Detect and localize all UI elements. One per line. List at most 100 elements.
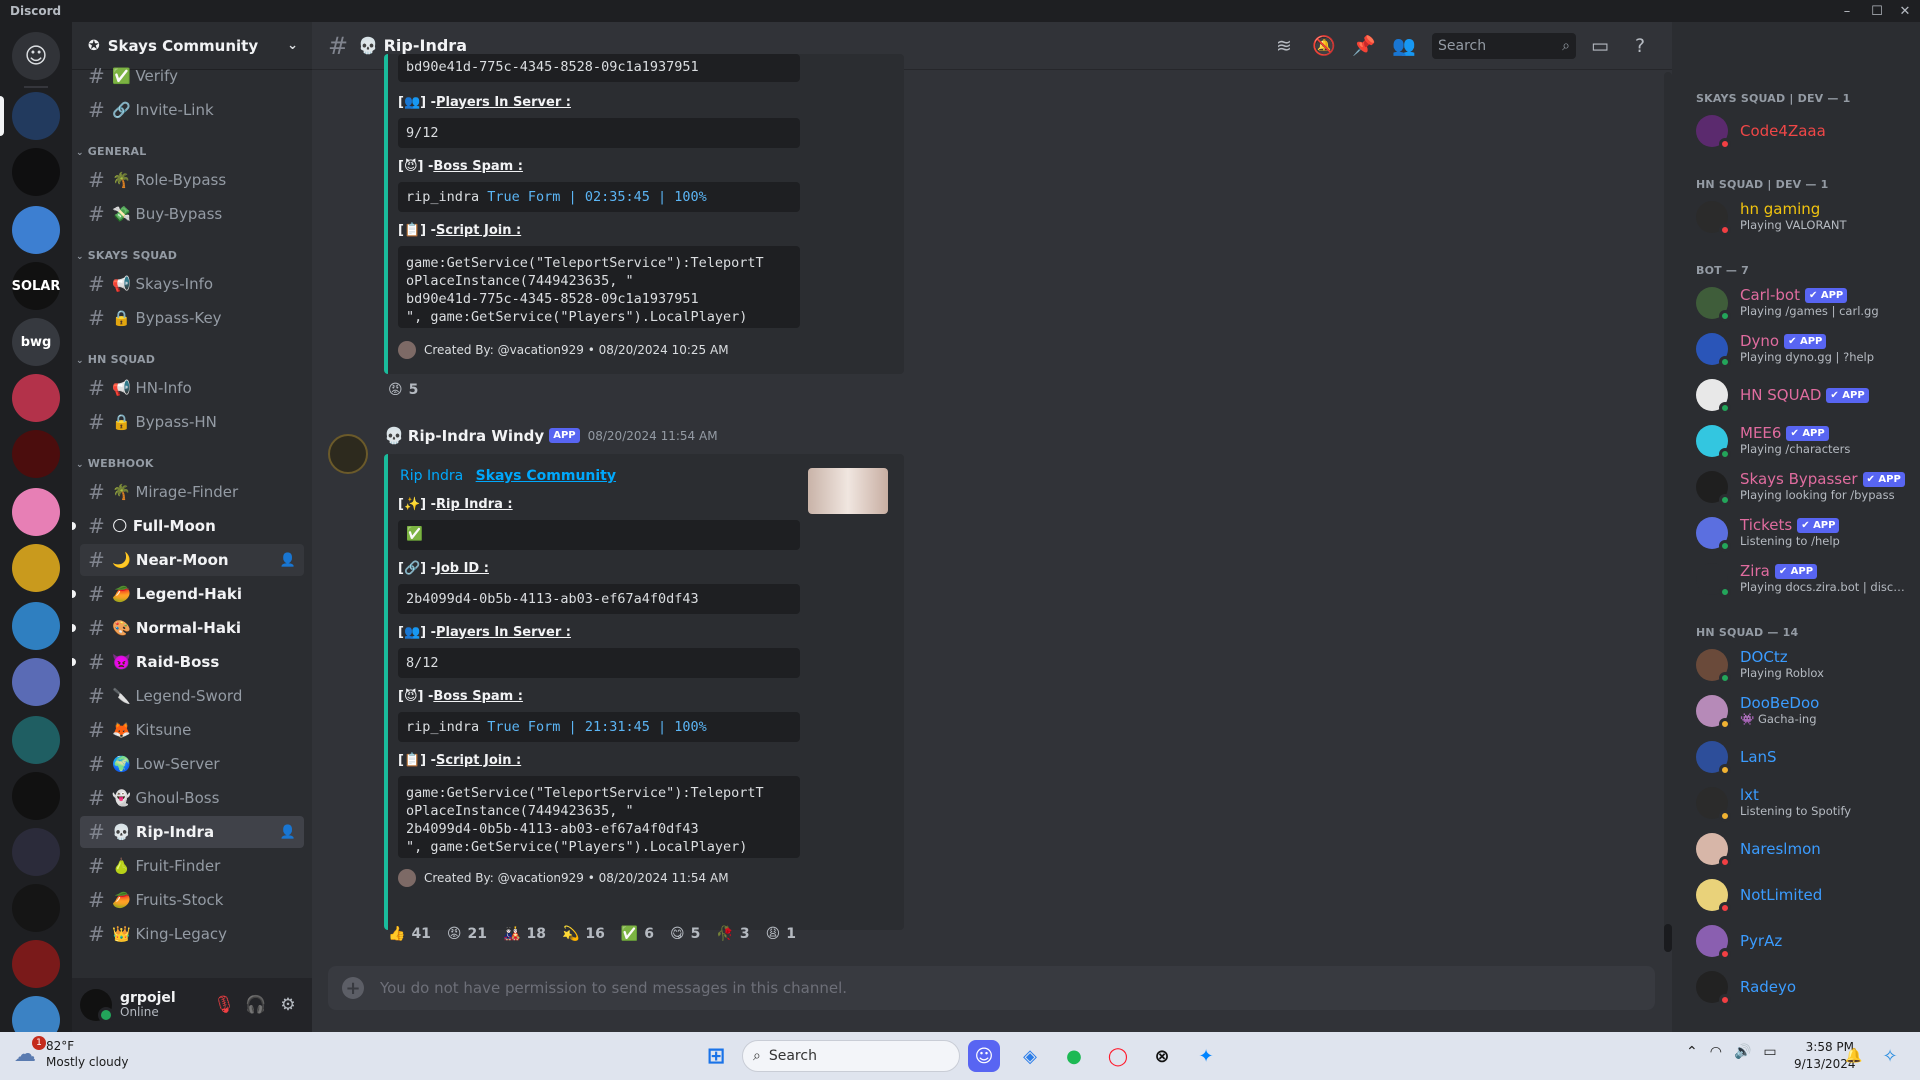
- volume-icon[interactable]: 🔊: [1734, 1044, 1751, 1060]
- battery-icon[interactable]: ▭: [1763, 1044, 1776, 1060]
- member-item[interactable]: Skays Bypasser ✔ APP Playing looking for /…: [1696, 466, 1912, 508]
- channel-near-moon[interactable]: # 🌙 Near-Moon 👤: [80, 544, 304, 576]
- reaction-button[interactable]: 👍 41: [382, 922, 437, 946]
- server-solar-icon[interactable]: SOLAR: [12, 262, 60, 310]
- member-item[interactable]: DooBeDoo 👾 Gacha-ing: [1696, 690, 1912, 732]
- category-hn-squad[interactable]: ⌄ HN SQUAD: [72, 342, 312, 370]
- channel-legend-sword[interactable]: # 🔪 Legend-Sword: [80, 680, 304, 712]
- plus-icon[interactable]: +: [342, 977, 364, 999]
- server-17-icon[interactable]: [12, 996, 60, 1032]
- category-general[interactable]: ⌄ GENERAL: [72, 134, 312, 162]
- embed-author[interactable]: Rip Indra: [400, 468, 463, 484]
- member-item[interactable]: lxt Listening to Spotify: [1696, 782, 1912, 824]
- bell-off-icon[interactable]: 🔕: [1308, 32, 1340, 60]
- server-12-icon[interactable]: [12, 716, 60, 764]
- server-13-icon[interactable]: [12, 772, 60, 820]
- channel-raid-boss[interactable]: # 👿 Raid-Boss: [72, 646, 304, 678]
- copilot-icon[interactable]: ✧: [1874, 1040, 1906, 1072]
- channel-ghoul-boss[interactable]: # 👻 Ghoul-Boss: [80, 782, 304, 814]
- server-3-icon[interactable]: [12, 206, 60, 254]
- channel-bypass-key[interactable]: # 🔒 Bypass-Key: [80, 302, 304, 334]
- author-avatar[interactable]: [328, 434, 368, 474]
- message-input[interactable]: + You do not have permission to send mes…: [328, 966, 1655, 1010]
- help-icon[interactable]: ?: [1624, 32, 1656, 60]
- channel-hn-info[interactable]: # 📢 HN-Info: [80, 372, 304, 404]
- member-item[interactable]: Code4Zaaa: [1696, 110, 1912, 152]
- headphones-icon[interactable]: 🎧: [240, 989, 272, 1021]
- user-info[interactable]: grpojel Online: [120, 991, 176, 1019]
- bell-icon[interactable]: 🔔: [1838, 1040, 1870, 1072]
- reaction-button[interactable]: 😡 5: [382, 378, 424, 402]
- server-1-icon[interactable]: [12, 92, 60, 140]
- weather-widget[interactable]: ☁ 1 82°F Mostly cloudy: [14, 1036, 129, 1070]
- wifi-icon[interactable]: ◠: [1710, 1044, 1722, 1060]
- mute-mic-icon[interactable]: 🎙: [208, 989, 240, 1021]
- spotify-icon[interactable]: ●: [1058, 1040, 1090, 1072]
- member-item[interactable]: DOCtz Playing Roblox: [1696, 644, 1912, 686]
- member-item[interactable]: Dyno ✔ APP Playing dyno.gg | ?help: [1696, 328, 1912, 370]
- inbox-icon[interactable]: ▭: [1584, 32, 1616, 60]
- search-input[interactable]: Search ⌕: [1432, 32, 1576, 59]
- embed-thumbnail[interactable]: [808, 468, 888, 514]
- server-6-icon[interactable]: [12, 374, 60, 422]
- channel-fruit-finder[interactable]: # 🍐 Fruit-Finder: [80, 850, 304, 882]
- store-icon[interactable]: ◈: [1014, 1040, 1046, 1072]
- reaction-button[interactable]: ✅ 6: [615, 922, 660, 946]
- add-member-icon[interactable]: 👤: [280, 825, 296, 840]
- reaction-button[interactable]: 🎎 18: [497, 922, 552, 946]
- server-11-icon[interactable]: [12, 658, 60, 706]
- direct-messages-icon[interactable]: ☺: [12, 32, 60, 80]
- messenger-icon[interactable]: ✦: [1190, 1040, 1222, 1072]
- member-item[interactable]: Tickets ✔ APP Listening to /help: [1696, 512, 1912, 554]
- pin-icon[interactable]: 📌: [1348, 32, 1380, 60]
- reaction-button[interactable]: 😡 21: [441, 922, 493, 946]
- channel-mirage-finder[interactable]: # 🌴 Mirage-Finder: [80, 476, 304, 508]
- discord-taskbar-icon[interactable]: ☺: [968, 1040, 1000, 1072]
- avatar[interactable]: [80, 989, 114, 1023]
- server-9-icon[interactable]: [12, 544, 60, 592]
- channel-low-server[interactable]: # 🌍 Low-Server: [80, 748, 304, 780]
- channel-skays-info[interactable]: # 📢 Skays-Info: [80, 268, 304, 300]
- reaction-button[interactable]: 💫 16: [556, 922, 611, 946]
- start-icon[interactable]: ⊞: [700, 1040, 732, 1072]
- channel-king-legacy[interactable]: # 👑 King-Legacy: [80, 918, 304, 950]
- server-14-icon[interactable]: [12, 828, 60, 876]
- server-16-icon[interactable]: [12, 940, 60, 988]
- channel-buy-bypass[interactable]: # 💸 Buy-Bypass: [80, 198, 304, 230]
- channel-verify[interactable]: # ✅ Verify: [80, 60, 304, 92]
- channel-bypass-hn[interactable]: # 🔒 Bypass-HN: [80, 406, 304, 438]
- scrollbar-thumb[interactable]: [1664, 924, 1672, 952]
- server-bwg-icon[interactable]: bwg: [12, 318, 60, 366]
- taskbar-search[interactable]: ⌕ Search: [742, 1040, 960, 1072]
- channel-legend-haki[interactable]: # 🥭 Legend-Haki: [72, 578, 304, 610]
- chevron-up-icon[interactable]: ⌃: [1686, 1044, 1698, 1060]
- channel-full-moon[interactable]: # 🌕 Full-Moon: [72, 510, 304, 542]
- channel-normal-haki[interactable]: # 🎨 Normal-Haki: [72, 612, 304, 644]
- member-item[interactable]: hn gaming Playing VALORANT: [1696, 196, 1912, 238]
- member-item[interactable]: NotLimited: [1696, 874, 1912, 916]
- author-name[interactable]: Rip-Indra Windy: [408, 427, 544, 445]
- channel-rip-indra[interactable]: # 💀 Rip-Indra 👤: [80, 816, 304, 848]
- server-2-icon[interactable]: [12, 148, 60, 196]
- embed-title[interactable]: Skays Community: [476, 468, 616, 484]
- category-skays-squad[interactable]: ⌄ SKAYS SQUAD: [72, 238, 312, 266]
- server-15-icon[interactable]: [12, 884, 60, 932]
- server-eternal-icon[interactable]: [12, 430, 60, 478]
- channel-invite-link[interactable]: # 🔗 Invite-Link: [80, 94, 304, 126]
- member-list-icon[interactable]: 👥: [1388, 32, 1420, 60]
- xbox-icon[interactable]: ⊗: [1146, 1040, 1178, 1072]
- reaction-button[interactable]: 🥀 3: [710, 922, 755, 946]
- minimize-button[interactable]: –: [1834, 0, 1860, 22]
- member-item[interactable]: LanS: [1696, 736, 1912, 778]
- member-item[interactable]: PyrAz: [1696, 920, 1912, 962]
- threads-icon[interactable]: ≋: [1268, 32, 1300, 60]
- member-item[interactable]: Carl-bot ✔ APP Playing /games | carl.gg: [1696, 282, 1912, 324]
- channel-kitsune[interactable]: # 🦊 Kitsune: [80, 714, 304, 746]
- server-10-icon[interactable]: [12, 602, 60, 650]
- member-item[interactable]: HN SQUAD ✔ APP: [1696, 374, 1912, 416]
- reaction-button[interactable]: 😋 5: [664, 922, 706, 946]
- category-webhook[interactable]: ⌄ WEBHOOK: [72, 446, 312, 474]
- channel-fruits-stock[interactable]: # 🥭 Fruits-Stock: [80, 884, 304, 916]
- add-member-icon[interactable]: 👤: [280, 553, 296, 568]
- channel-role-bypass[interactable]: # 🌴 Role-Bypass: [80, 164, 304, 196]
